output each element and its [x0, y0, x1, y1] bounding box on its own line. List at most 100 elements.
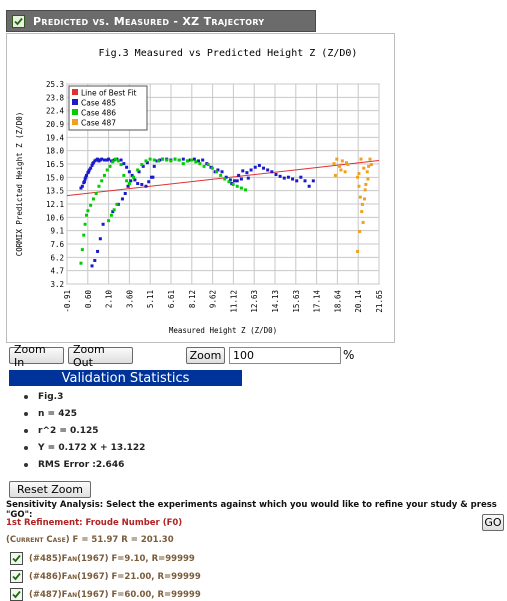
data-point [235, 184, 239, 188]
data-point [79, 261, 83, 265]
data-point [129, 179, 133, 183]
experiment-checkbox[interactable] [10, 588, 23, 601]
data-point [119, 163, 123, 167]
section-title: Predicted vs. Measured - XZ Trajectory [33, 14, 265, 28]
data-point [360, 210, 364, 214]
data-point [89, 203, 93, 207]
experiment-option-485[interactable]: (#485)Fan(1967) F=9.10, R=99999 [10, 552, 195, 565]
zoom-out-button[interactable]: Zoom Out [68, 343, 133, 369]
data-point [356, 175, 360, 179]
x-tick-label: 8.12 [188, 290, 197, 308]
data-point [227, 180, 231, 184]
data-point [201, 158, 205, 162]
data-point [369, 163, 373, 167]
y-tick-label: 10.6 [46, 213, 65, 222]
validation-statistics-title: Validation Statistics [9, 370, 242, 386]
data-point [91, 197, 95, 201]
data-point [198, 162, 202, 166]
experiment-checkbox[interactable] [10, 552, 23, 565]
x-tick-label: 6.61 [167, 290, 176, 308]
data-point [161, 157, 165, 161]
data-point [105, 168, 109, 172]
data-point [278, 174, 282, 178]
data-point [112, 208, 116, 212]
data-point [100, 157, 104, 161]
data-point [360, 202, 364, 206]
data-point [109, 213, 113, 217]
data-point [107, 219, 111, 223]
stat-item: RMS Error :2.646 [24, 456, 145, 473]
y-tick-label: 25.3 [46, 80, 64, 89]
data-point [274, 172, 278, 176]
stat-n: n = 425 [38, 408, 78, 419]
data-point [335, 157, 339, 161]
data-point [357, 184, 361, 188]
data-point [332, 162, 336, 166]
data-point [107, 157, 111, 161]
legend-swatch [72, 89, 78, 95]
data-point [127, 170, 131, 174]
bullet-icon [24, 445, 28, 450]
legend-label: Case 485 [81, 99, 116, 108]
data-point [108, 164, 112, 168]
data-point [206, 163, 210, 167]
chart-panel: Fig.3 Measured vs Predicted Height Z (Z/… [6, 33, 395, 343]
data-point [192, 157, 196, 161]
data-point [125, 165, 129, 169]
data-point [132, 175, 136, 179]
y-tick-label: 6.2 [50, 253, 64, 262]
data-point [152, 164, 156, 168]
zoom-input[interactable]: 100 [229, 347, 341, 364]
data-point [119, 158, 123, 162]
legend-swatch [72, 109, 78, 115]
data-point [126, 184, 130, 188]
data-point [114, 157, 118, 161]
y-tick-label: 22.4 [46, 107, 65, 116]
reset-zoom-button[interactable]: Reset Zoom [9, 481, 91, 498]
zoom-in-button[interactable]: Zoom In [9, 343, 64, 369]
data-point [239, 186, 243, 190]
zoom-button[interactable]: Zoom [186, 347, 225, 364]
data-point [148, 157, 152, 161]
y-axis-label: CORMIX Predicted Height Z (Z/D0) [15, 112, 24, 257]
experiment-checkbox[interactable] [10, 570, 23, 583]
y-tick-label: 23.8 [46, 93, 65, 102]
x-tick-label: 0.60 [84, 290, 93, 309]
data-point [94, 192, 98, 196]
section-checkbox[interactable] [12, 14, 25, 28]
data-point [363, 188, 367, 192]
data-point [83, 222, 87, 226]
data-point [97, 184, 101, 188]
experiment-label: (#486)Fan(1967) F=21.00, R=99999 [29, 571, 201, 582]
data-point [368, 157, 372, 161]
data-point [152, 158, 156, 162]
x-tick-label: 15.63 [292, 290, 301, 313]
stat-item: r^2 = 0.125 [24, 422, 145, 439]
data-point [358, 230, 362, 234]
data-point [80, 248, 84, 252]
data-point [231, 182, 235, 186]
data-point [85, 173, 88, 177]
stat-r2: r^2 = 0.125 [38, 425, 99, 436]
experiment-option-486[interactable]: (#486)Fan(1967) F=21.00, R=99999 [10, 570, 201, 583]
data-point [82, 180, 86, 184]
data-point [232, 179, 236, 183]
data-point [194, 160, 198, 164]
experiment-option-487[interactable]: (#487)Fan(1967) F=60.00, R=99999 [10, 588, 201, 601]
data-point [338, 164, 342, 168]
stat-equation: Y = 0.172 X + 13.122 [38, 442, 146, 453]
x-axis-label: Measured Height Z (Z/D0) [169, 326, 277, 335]
scatter-chart: Fig.3 Measured vs Predicted Height Z (Z/… [15, 48, 384, 335]
data-point [144, 184, 148, 188]
x-tick-label: -0.91 [63, 290, 72, 313]
data-point [340, 159, 344, 163]
stat-item: n = 425 [24, 405, 145, 422]
data-point [343, 170, 347, 174]
bullet-icon [24, 462, 28, 467]
data-point [190, 158, 194, 162]
x-tick-label: 14.13 [271, 290, 280, 313]
stat-rms: RMS Error :2.646 [38, 459, 125, 470]
go-button[interactable]: GO [482, 514, 504, 531]
data-point [295, 179, 299, 183]
x-tick-label: 3.60 [125, 290, 134, 309]
